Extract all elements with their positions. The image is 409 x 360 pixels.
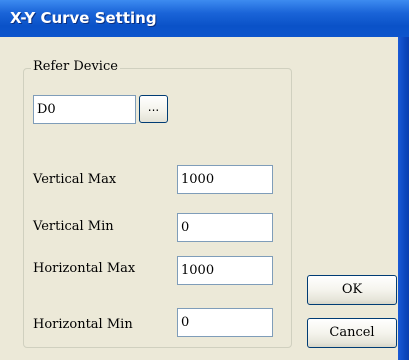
horizontal-max-input[interactable]: 1000: [177, 256, 273, 285]
title-bar[interactable]: X-Y Curve Setting: [0, 0, 409, 37]
cancel-button[interactable]: Cancel: [307, 318, 397, 348]
window-frame-right: [398, 37, 409, 360]
horizontal-min-label: Horizontal Min: [33, 317, 133, 332]
browse-device-button[interactable]: ...: [139, 95, 168, 123]
device-input[interactable]: D0: [33, 95, 136, 124]
horizontal-max-label: Horizontal Max: [33, 261, 136, 276]
vertical-max-label: Vertical Max: [33, 172, 117, 187]
vertical-max-input[interactable]: 1000: [177, 165, 273, 194]
window-title: X-Y Curve Setting: [10, 9, 157, 27]
ok-button[interactable]: OK: [307, 275, 397, 305]
vertical-min-label: Vertical Min: [33, 219, 114, 234]
horizontal-min-input[interactable]: 0: [177, 308, 273, 337]
vertical-min-input[interactable]: 0: [177, 213, 273, 242]
refer-device-group-label: Refer Device: [31, 58, 120, 76]
